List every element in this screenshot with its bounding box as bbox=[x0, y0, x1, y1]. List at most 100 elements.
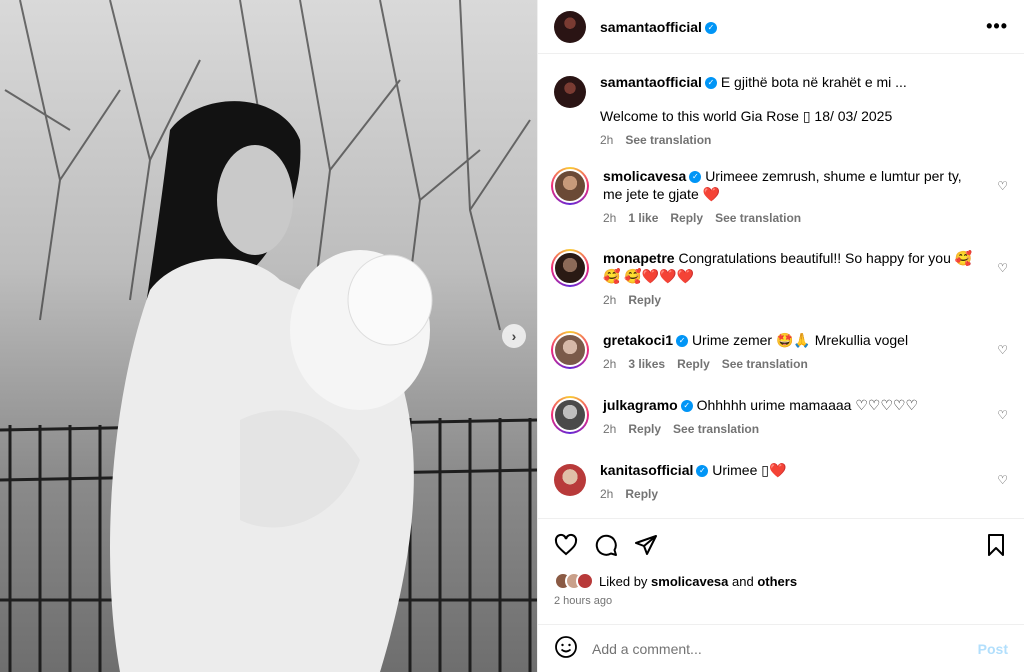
next-image-button[interactable]: › bbox=[502, 324, 526, 348]
comment-row: smolicavesa ✓ Urimeee zemrush, shume e lu… bbox=[551, 167, 1008, 225]
comment-username[interactable]: monapetre bbox=[603, 250, 675, 266]
comment-body: julkagramo ✓ Ohhhhh urime mamaaaa ♡♡♡♡♡ 2… bbox=[603, 396, 1008, 436]
comment-body: kanitasofficial ✓ Urimee ▯❤️ 2h Reply bbox=[600, 461, 1008, 501]
avatar[interactable] bbox=[553, 169, 587, 203]
comment-time[interactable]: 2h bbox=[600, 487, 613, 501]
comment-icon[interactable] bbox=[594, 533, 618, 557]
chevron-right-icon: › bbox=[511, 328, 517, 344]
instagram-post-dialog: › samantaofficial ✓ ••• samantaofficial ✓ … bbox=[0, 0, 1024, 672]
like-comment-heart-icon[interactable]: ♡ bbox=[997, 408, 1008, 422]
comment-text: julkagramo ✓ Ohhhhh urime mamaaaa ♡♡♡♡♡ bbox=[603, 396, 984, 414]
reply-button[interactable]: Reply bbox=[670, 211, 703, 225]
comment-input[interactable] bbox=[592, 640, 978, 657]
story-ring[interactable] bbox=[551, 396, 589, 434]
baby-hat bbox=[347, 254, 433, 346]
heart-icon[interactable] bbox=[554, 533, 578, 557]
action-icons bbox=[538, 519, 1024, 571]
emoji-icon[interactable] bbox=[554, 635, 578, 662]
comment-row: monapetre Congratulations beautiful!! So… bbox=[551, 249, 1008, 307]
liked-by-text[interactable]: Liked by smolicavesa and others bbox=[599, 574, 797, 589]
comment-composer: Post bbox=[538, 624, 1024, 672]
avatar[interactable] bbox=[554, 76, 586, 108]
more-options-icon[interactable]: ••• bbox=[986, 16, 1008, 37]
comment-body: gretakoci1 ✓ Urime zemer 🤩🙏 Mrekullia vog… bbox=[603, 331, 1008, 371]
avatar[interactable] bbox=[553, 398, 587, 432]
comments-list: samantaofficial ✓ E gjithë bota në krahët… bbox=[538, 55, 1024, 518]
caption-body: samantaofficial ✓ E gjithë bota në krahët… bbox=[600, 73, 1008, 147]
comment-content: Urimee ▯ bbox=[712, 462, 769, 478]
story-ring[interactable] bbox=[551, 249, 589, 287]
see-translation-link[interactable]: See translation bbox=[722, 357, 808, 371]
comment-likes[interactable]: 1 like bbox=[628, 211, 658, 225]
comment-row: kanitasofficial ✓ Urimee ▯❤️ 2h Reply ♡ bbox=[554, 461, 1008, 501]
like-comment-heart-icon[interactable]: ♡ bbox=[997, 179, 1008, 193]
caption: samantaofficial ✓ E gjithë bota në krahët… bbox=[554, 73, 1008, 147]
reply-button[interactable]: Reply bbox=[628, 422, 661, 436]
comment-emoji: ❤️ bbox=[702, 186, 721, 202]
avatar[interactable] bbox=[553, 333, 587, 367]
avatar[interactable] bbox=[576, 572, 594, 590]
verified-icon: ✓ bbox=[704, 77, 717, 90]
comment-text: kanitasofficial ✓ Urimee ▯❤️ bbox=[600, 461, 984, 479]
comment-username[interactable]: gretakoci1 bbox=[603, 332, 673, 348]
like-comment-heart-icon[interactable]: ♡ bbox=[997, 473, 1008, 487]
comment-row: gretakoci1 ✓ Urime zemer 🤩🙏 Mrekullia vog… bbox=[551, 331, 1008, 371]
comment-body: smolicavesa ✓ Urimeee zemrush, shume e lu… bbox=[603, 167, 1008, 225]
post-side-panel: samantaofficial ✓ ••• samantaofficial ✓ E … bbox=[537, 0, 1024, 672]
see-translation-link[interactable]: See translation bbox=[715, 211, 801, 225]
caption-line-1: E gjithë bota në krahët e mi ... bbox=[720, 74, 907, 90]
avatar[interactable] bbox=[553, 251, 587, 285]
avatar[interactable] bbox=[554, 464, 586, 496]
photo-illustration bbox=[0, 0, 537, 672]
post-username[interactable]: samantaofficial ✓ bbox=[600, 19, 717, 35]
caption-text: samantaofficial ✓ E gjithë bota në krahët… bbox=[600, 73, 984, 91]
story-ring[interactable] bbox=[551, 167, 589, 205]
comment-meta: 2h Reply bbox=[600, 487, 984, 501]
comment-time[interactable]: 2h bbox=[603, 293, 616, 307]
caption-username[interactable]: samantaofficial bbox=[600, 74, 702, 90]
post-actions: Liked by smolicavesa and others 2 hours … bbox=[538, 518, 1024, 607]
comment-likes[interactable]: 3 likes bbox=[628, 357, 665, 371]
comment-time[interactable]: 2h bbox=[603, 211, 616, 225]
share-icon[interactable] bbox=[634, 533, 658, 557]
verified-icon: ✓ bbox=[689, 171, 702, 184]
post-header: samantaofficial ✓ ••• bbox=[538, 0, 1024, 54]
post-time-ago[interactable]: 2 hours ago bbox=[538, 591, 1024, 607]
comment-row: julkagramo ✓ Ohhhhh urime mamaaaa ♡♡♡♡♡ 2… bbox=[551, 396, 1008, 436]
comment-username[interactable]: kanitasofficial bbox=[600, 462, 693, 478]
comment-emoji: ❤️ bbox=[768, 462, 787, 478]
comment-username[interactable]: julkagramo bbox=[603, 397, 678, 413]
liked-by-prefix: Liked by bbox=[599, 573, 648, 589]
post-comment-button[interactable]: Post bbox=[978, 641, 1008, 657]
story-ring[interactable] bbox=[551, 331, 589, 369]
comment-content: Ohhhhh urime mamaaaa ♡♡♡♡♡ bbox=[696, 397, 919, 413]
verified-icon: ✓ bbox=[704, 21, 717, 34]
reply-button[interactable]: Reply bbox=[677, 357, 710, 371]
face bbox=[217, 145, 293, 255]
verified-icon: ✓ bbox=[696, 465, 709, 478]
reply-button[interactable]: Reply bbox=[625, 487, 658, 501]
comment-time[interactable]: 2h bbox=[603, 422, 616, 436]
comment-meta: 2h 3 likes Reply See translation bbox=[603, 357, 984, 371]
comment-text: monapetre Congratulations beautiful!! So… bbox=[603, 249, 984, 285]
comment-content: Urime zemer 🤩🙏 Mrekullia vogel bbox=[691, 332, 909, 348]
comment-username[interactable]: smolicavesa bbox=[603, 168, 686, 184]
liked-by-others[interactable]: others bbox=[757, 574, 797, 589]
comment-time[interactable]: 2h bbox=[603, 357, 616, 371]
liked-by-user[interactable]: smolicavesa bbox=[651, 574, 728, 589]
bookmark-icon[interactable] bbox=[984, 533, 1008, 557]
avatar[interactable] bbox=[554, 10, 586, 43]
comment-meta: 2h 1 like Reply See translation bbox=[603, 211, 984, 225]
caption-line-2: Welcome to this world Gia Rose ▯ 18/ 03/… bbox=[600, 108, 893, 124]
like-comment-heart-icon[interactable]: ♡ bbox=[997, 343, 1008, 357]
post-username-text[interactable]: samantaofficial bbox=[600, 19, 702, 35]
caption-time[interactable]: 2h bbox=[600, 133, 613, 147]
see-translation-link[interactable]: See translation bbox=[625, 133, 711, 147]
comment-meta: 2h Reply bbox=[603, 293, 984, 307]
comment-text: gretakoci1 ✓ Urime zemer 🤩🙏 Mrekullia vog… bbox=[603, 331, 984, 349]
see-translation-link[interactable]: See translation bbox=[673, 422, 759, 436]
reply-button[interactable]: Reply bbox=[628, 293, 661, 307]
like-comment-heart-icon[interactable]: ♡ bbox=[997, 261, 1008, 275]
post-photo[interactable]: › bbox=[0, 0, 537, 672]
